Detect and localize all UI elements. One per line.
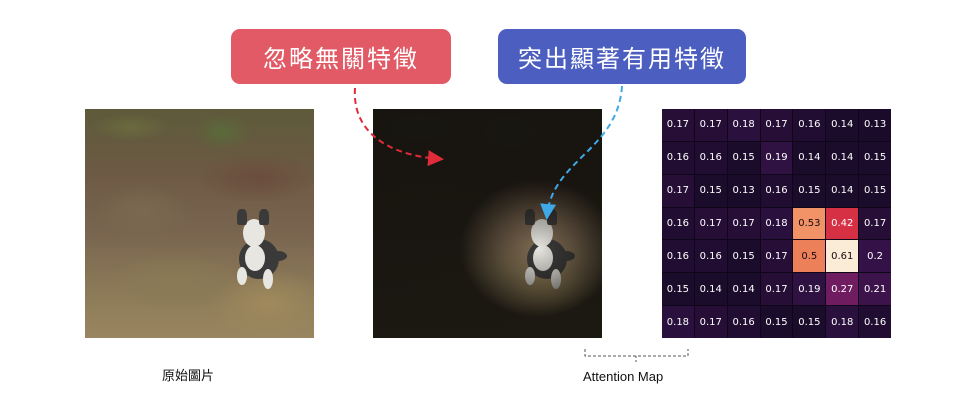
highlight-arrow bbox=[540, 85, 623, 220]
original-image-caption: 原始圖片 bbox=[162, 369, 215, 384]
ignore-arrow bbox=[353, 87, 444, 167]
attention-map-caption: Attention Map bbox=[583, 369, 664, 384]
attention-map-bracket bbox=[584, 349, 689, 357]
annotation-overlay bbox=[353, 85, 689, 363]
